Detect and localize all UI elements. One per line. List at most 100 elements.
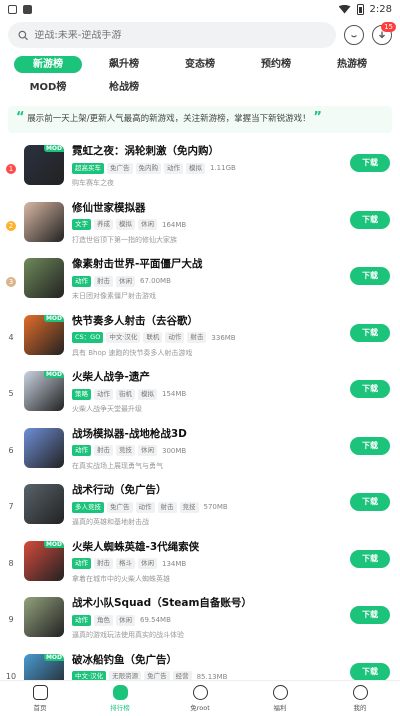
file-size: 570MB: [203, 503, 228, 511]
game-title[interactable]: 霓虹之夜：涡轮刺激（免内购）: [72, 143, 344, 159]
game-title[interactable]: 快节奏多人射击（去谷歌）: [72, 313, 344, 329]
nav-noroot[interactable]: 免root: [160, 681, 240, 716]
game-tags: 多人竞技 免广告 动作 射击 竞技 570MB: [72, 500, 344, 514]
tag: 策略: [72, 388, 91, 400]
game-info: 修仙世家模拟器 文字 养成 模拟 休闲 164MB 打造世俗顶下第一指的修仙大家族: [64, 200, 344, 245]
game-title[interactable]: 像素射击世界-平面僵尸大战: [72, 256, 344, 272]
game-title[interactable]: 战术小队Squad（Steam自备账号）: [72, 595, 344, 611]
download-button[interactable]: 下载: [350, 493, 390, 511]
list-item[interactable]: 7 战术行动（免广告） 多人竞技 免广告 动作 射击 竞技 570MB 逼真的英雄和基地射击战 下…: [0, 482, 400, 539]
message-button[interactable]: [344, 25, 364, 45]
nav-ranking[interactable]: 排行榜: [80, 681, 160, 716]
file-size: 154MB: [162, 390, 187, 398]
download-button[interactable]: 下载: [350, 210, 390, 229]
tab-new-games[interactable]: 新游榜: [14, 56, 82, 73]
game-icon[interactable]: [24, 201, 64, 242]
game-title[interactable]: 战场模拟器-战地枪战3D: [72, 426, 344, 442]
download-button[interactable]: 下载: [350, 380, 390, 398]
game-title[interactable]: 火柴人战争-遗产: [72, 369, 344, 385]
game-title[interactable]: 破冰船钓鱼（免广告）: [72, 652, 344, 668]
tab-mod[interactable]: MOD榜: [10, 79, 86, 96]
tag: 动作: [72, 275, 91, 287]
tag: 动作: [72, 614, 91, 626]
nav-label: 首页: [33, 704, 47, 712]
download-button[interactable]: 下载: [350, 154, 390, 172]
list-item[interactable]: 8 MOD 火柴人蜘蛛英雄-3代绳索侠 动作 射击 格斗 休闲 134MB 拿着在城市中的火柴人…: [0, 539, 400, 596]
gift-icon: [272, 685, 288, 700]
tab-hot[interactable]: 热游榜: [314, 56, 390, 73]
nav-welfare[interactable]: 福利: [240, 681, 320, 716]
game-tags: 超高买车 免广告 免内购 动作 模拟 1.11GB: [72, 161, 344, 175]
game-icon[interactable]: MOD: [24, 314, 64, 355]
download-button[interactable]: 下载: [350, 436, 390, 455]
nav-home[interactable]: 首页: [0, 681, 80, 716]
game-icon[interactable]: MOD: [24, 145, 64, 185]
nav-label: 我的: [353, 704, 367, 712]
bottom-nav: 首页 排行榜 免root 福利 我的: [0, 680, 400, 716]
tag: 射击: [94, 445, 113, 456]
open-quote-icon: “: [16, 110, 25, 125]
tag: 养成: [94, 219, 113, 230]
game-icon[interactable]: [24, 484, 64, 524]
app-notification-icon: [23, 4, 32, 14]
game-title[interactable]: 修仙世家模拟器: [72, 200, 344, 216]
game-description: 拿着在城市中的火柴人蜘蛛英雄: [72, 574, 170, 583]
game-info: 快节奏多人射击（去谷歌） CS：GO 中文·汉化 联机 动作 射击 336MB 具有 Bhop…: [64, 313, 344, 358]
game-description: 逼真的英雄和基地射击战: [72, 518, 149, 526]
game-icon[interactable]: [24, 258, 64, 298]
list-item[interactable]: 1 MOD 霓虹之夜：涡轮刺激（免内购） 超高买车 免广告 免内购 动作 模拟 1.11GB 购车…: [0, 143, 400, 200]
rank-number: 4: [8, 332, 14, 342]
list-item[interactable]: 4 MOD 快节奏多人射击（去谷歌） CS：GO 中文·汉化 联机 动作 射击 336MB 具有 …: [0, 313, 400, 370]
compass-icon: [192, 685, 208, 700]
notice-text: 展示前一天上架/更新人气最高的新游戏，关注新游榜，掌握当下新锐游戏！: [27, 114, 311, 124]
download-button[interactable]: 下载: [350, 606, 390, 624]
tag: 休闲: [116, 275, 135, 287]
game-title[interactable]: 战术行动（免广告）: [72, 482, 344, 498]
nav-label: 排行榜: [110, 704, 130, 712]
tag: 免内购: [135, 162, 161, 174]
tab-modded[interactable]: 变态榜: [162, 56, 238, 73]
tag: 超高买车: [72, 162, 104, 174]
file-size: 1.11GB: [210, 164, 236, 172]
game-tags: 策略 动作 街机 模拟 154MB: [72, 387, 344, 401]
nav-label: 福利: [273, 704, 287, 712]
mod-badge: MOD: [43, 145, 64, 152]
tag: 文字: [72, 219, 91, 230]
game-description: 末日团对像素僵尸射击游戏: [72, 292, 156, 300]
download-manager-button[interactable]: 15: [372, 22, 396, 45]
tag: 街机: [116, 388, 135, 400]
list-item[interactable]: 5 MOD 火柴人战争-遗产 策略 动作 街机 模拟 154MB 火柴人战争天堂最升级 下载: [0, 369, 400, 426]
file-size: 164MB: [162, 220, 187, 229]
battery-icon: [356, 3, 364, 15]
search-box[interactable]: [8, 22, 336, 48]
download-button[interactable]: 下载: [350, 267, 390, 285]
game-title[interactable]: 火柴人蜘蛛英雄-3代绳索侠: [72, 539, 344, 555]
game-icon[interactable]: MOD: [24, 540, 64, 581]
list-item[interactable]: 6 战场模拟器-战地枪战3D 动作 射击 竞技 休闲 300MB 在真实战场上展现勇气与勇气 下…: [0, 426, 400, 483]
game-icon[interactable]: [24, 597, 64, 637]
tag: 竞技: [116, 445, 135, 456]
ranking-icon: [112, 685, 128, 700]
download-button[interactable]: 下载: [350, 323, 390, 342]
nav-profile[interactable]: 我的: [320, 681, 400, 716]
file-size: 67.00MB: [140, 277, 171, 285]
search-input[interactable]: [34, 29, 326, 41]
list-item[interactable]: 9 战术小队Squad（Steam自备账号） 动作 角色 休闲 69.54MB 逼真的游戏玩…: [0, 595, 400, 652]
tab-shooter[interactable]: 枪战榜: [86, 79, 162, 96]
list-item[interactable]: 2 修仙世家模拟器 文字 养成 模拟 休闲 164MB 打造世俗顶下第一指的修仙大家族 下载: [0, 200, 400, 257]
game-description: 火柴人战争天堂最升级: [72, 405, 142, 413]
game-icon[interactable]: MOD: [24, 371, 64, 411]
game-description: 在真实战场上展现勇气与勇气: [72, 461, 163, 470]
download-button[interactable]: 下载: [350, 662, 390, 681]
nav-label: 免root: [190, 704, 210, 712]
download-button[interactable]: 下载: [350, 549, 390, 568]
profile-icon: [352, 685, 368, 700]
rank-number: 9: [8, 615, 14, 624]
tab-rising[interactable]: 飙升榜: [86, 56, 162, 73]
gallery-notification-icon: [8, 4, 17, 14]
list-item[interactable]: 3 像素射击世界-平面僵尸大战 动作 射击 休闲 67.00MB 末日团对像素僵尸射击游戏 下…: [0, 256, 400, 313]
tab-preorder[interactable]: 预约榜: [238, 56, 314, 73]
game-icon[interactable]: [24, 427, 64, 468]
game-description: 具有 Bhop 速跑的快节奏多人射击游戏: [72, 348, 193, 357]
game-info: 霓虹之夜：涡轮刺激（免内购） 超高买车 免广告 免内购 动作 模拟 1.11GB 购车赛车之夜: [64, 143, 344, 188]
